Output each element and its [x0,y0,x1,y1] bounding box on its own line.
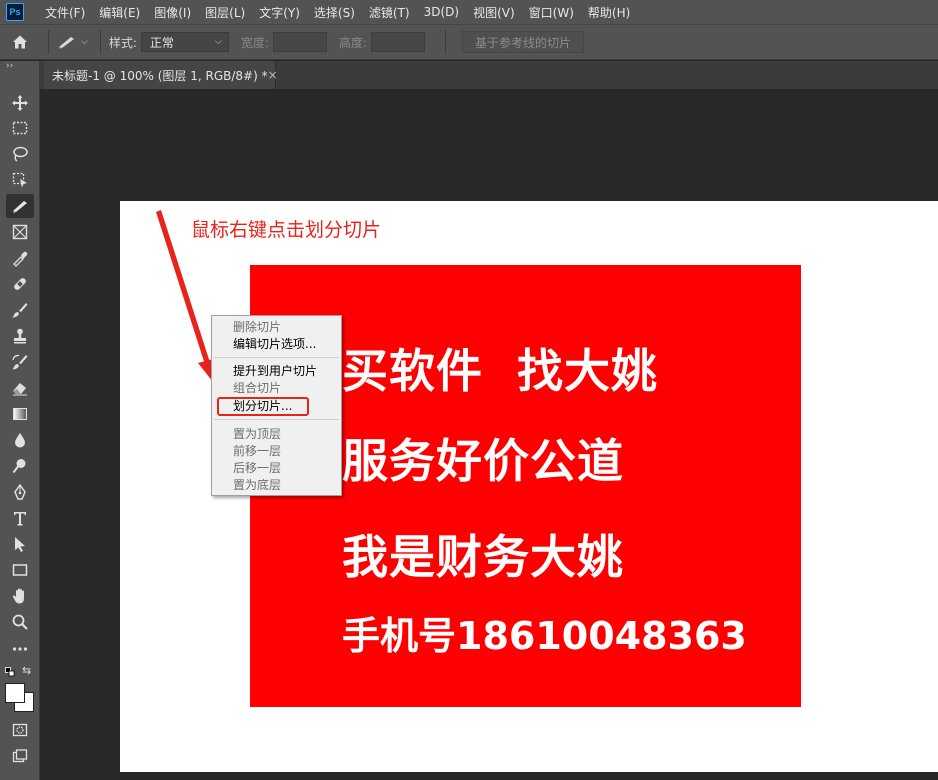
rectangle-tool-icon[interactable] [6,558,34,582]
width-label: 宽度: [240,35,269,50]
separator [444,30,446,54]
close-icon[interactable]: × [268,68,278,82]
document-tab-title: 未标题-1 @ 100% (图层 1, RGB/8#) * [52,68,268,83]
menu-file[interactable]: 文件(F) [38,4,92,21]
menu-view[interactable]: 视图(V) [466,4,522,21]
hand-tool-icon[interactable] [6,584,34,608]
separator [48,30,49,54]
height-input[interactable] [370,32,425,52]
type-tool-icon[interactable] [6,506,34,530]
screen-mode-icon[interactable] [6,744,34,768]
history-brush-tool-icon[interactable] [6,350,34,374]
chevron-down-icon: ⌵ [81,37,88,47]
pen-tool-icon[interactable] [6,480,34,504]
path-selection-tool-icon[interactable] [6,532,34,556]
document-tab[interactable]: 未标题-1 @ 100% (图层 1, RGB/8#) * × [44,61,278,89]
photoshop-logo-icon[interactable]: Ps [6,3,24,21]
zoom-tool-icon[interactable] [6,610,34,634]
home-icon[interactable] [0,33,40,51]
frame-tool-icon[interactable] [6,220,34,244]
width-input[interactable] [272,32,327,52]
more-tools-icon[interactable] [6,637,34,661]
menu-select[interactable]: 选择(S) [307,4,362,21]
marquee-tool-icon[interactable] [6,116,34,140]
menu-item-delete-slice: 删除切片 [233,320,282,334]
banner-line-4: 手机号18610048363 [342,614,747,658]
swap-colors-icon[interactable]: ⇆ [22,664,31,677]
menu-3d[interactable]: 3D(D) [417,5,466,19]
menu-image[interactable]: 图像(I) [147,4,198,21]
tools-panel: ›› ⇆ [0,61,40,780]
menu-layer[interactable]: 图层(L) [198,4,252,21]
menu-separator [214,357,339,358]
menu-type[interactable]: 文字(Y) [252,4,307,21]
menu-item-send-to-back: 置为底层 [233,478,282,492]
foreground-color-swatch[interactable] [5,683,25,703]
eyedropper-tool-icon[interactable] [6,246,34,270]
eraser-tool-icon[interactable] [6,376,34,400]
annotation-text: 鼠标右键点击划分切片 [191,219,382,241]
menu-item-promote-to-user-slice[interactable]: 提升到用户切片 [233,363,317,379]
menu-item-send-backward: 后移一层 [233,461,282,475]
menu-item-combine-slices: 组合切片 [233,381,282,395]
menu-window[interactable]: 窗口(W) [522,4,581,21]
default-colors-icon[interactable] [5,666,15,677]
menu-item-edit-slice-options[interactable]: 编辑切片选项... [233,336,316,352]
lasso-tool-icon[interactable] [6,142,34,166]
gradient-tool-icon[interactable] [6,402,34,426]
document-tab-bar: 未标题-1 @ 100% (图层 1, RGB/8#) * × [40,61,938,89]
menu-item-bring-to-front: 置为顶层 [233,427,282,441]
style-label: 样式: [108,35,137,50]
slice-tool-icon[interactable] [6,194,34,218]
canvas-workspace[interactable]: 买软件 找大姚 服务好价公道 我是财务大姚 手机号18610048363 鼠标右… [40,89,938,780]
menu-item-bring-forward: 前移一层 [233,444,282,458]
brush-tool-icon[interactable] [6,298,34,322]
collapse-panel-icon[interactable]: ›› [6,61,13,71]
tool-preset-picker[interactable]: ⌵ [57,34,88,50]
move-tool-icon[interactable] [6,91,34,115]
quick-mask-icon[interactable] [6,718,34,742]
chevron-down-icon: ⌵ [215,37,222,47]
blur-tool-icon[interactable] [6,428,34,452]
clone-stamp-tool-icon[interactable] [6,324,34,348]
banner-line-2: 服务好价公道 [342,434,624,488]
slices-from-guides-button[interactable]: 基于参考线的切片 [461,31,584,53]
style-select[interactable]: 正常 ⌵ [140,32,229,52]
height-label: 高度: [338,35,367,50]
options-bar: ⌵ 样式: 正常 ⌵ 宽度: 高度: 基于参考线的切片 [0,24,938,60]
object-select-tool-icon[interactable] [6,168,34,192]
separator [99,30,101,54]
menu-edit[interactable]: 编辑(E) [92,4,147,21]
context-menu: 删除切片 编辑切片选项... 提升到用户切片 组合切片 划分切片... 置为顶层… [211,315,342,496]
slice-tool-icon [59,37,74,49]
divide-slice-highlight [217,397,309,416]
menu-filter[interactable]: 滤镜(T) [362,4,417,21]
menu-bar: Ps 文件(F) 编辑(E) 图像(I) 图层(L) 文字(Y) 选择(S) 滤… [0,0,938,24]
menu-separator [214,419,339,420]
dodge-tool-icon[interactable] [6,454,34,478]
banner-line-3: 我是财务大姚 [342,530,624,584]
style-value: 正常 [149,35,174,50]
menu-help[interactable]: 帮助(H) [581,4,637,21]
healing-brush-tool-icon[interactable] [6,272,34,296]
banner-line-1: 买软件 找大姚 [342,344,659,398]
